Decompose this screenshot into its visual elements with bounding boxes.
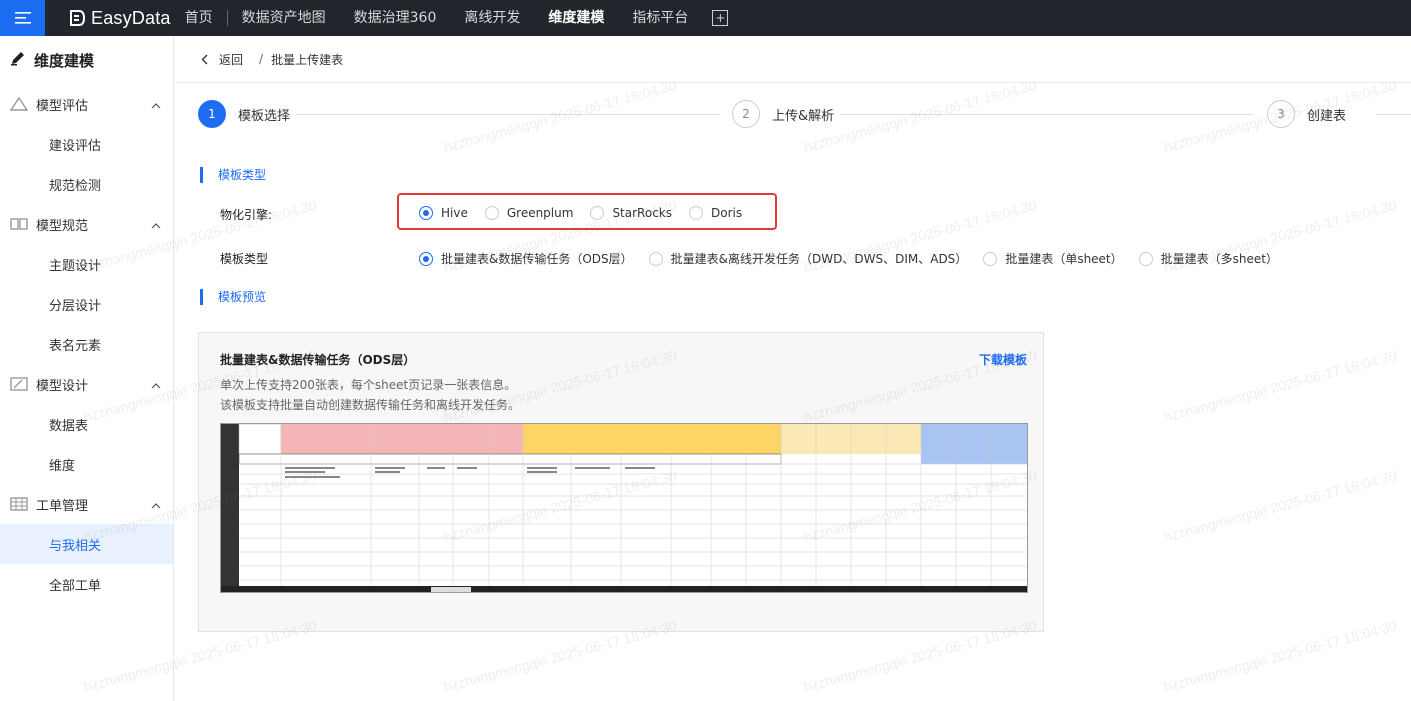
radio-label: 批量建表（多sheet） (1160, 252, 1278, 266)
sidebar-item-data-table[interactable]: 数据表 (0, 404, 173, 444)
triangle-icon (9, 96, 29, 111)
sidebar-group-model-design[interactable]: 模型设计 (0, 364, 173, 404)
radio-label: 批量建表&数据传输任务（ODS层） (441, 252, 633, 266)
sidebar: 维度建模 模型评估 建设评估 规范检测 模型规范 主题设计 分层设计 表名元素 … (0, 36, 174, 701)
sidebar-item-all-tickets[interactable]: 全部工单 (0, 564, 173, 604)
back-label: 返回 (219, 52, 244, 67)
sidebar-group-model-spec[interactable]: 模型规范 (0, 204, 173, 244)
step-1-number: 1 (198, 100, 226, 128)
logo-text: EasyData (91, 7, 171, 28)
step-2-label: 上传&解析 (772, 108, 835, 124)
template-type-label: 模板类型 (220, 252, 269, 266)
ruler-icon (10, 377, 28, 391)
chevron-up-icon (151, 378, 161, 393)
preview-desc-line-1: 单次上传支持200张表，每个sheet页记录一张表信息。 (220, 378, 517, 392)
radio-dot-checked (419, 206, 433, 220)
sidebar-group-model-eval[interactable]: 模型评估 (0, 84, 173, 124)
radio-label: Greenplum (506, 206, 574, 220)
radio-dot (1138, 251, 1153, 266)
chevron-up-icon (151, 98, 161, 113)
section-title-template-type: 模板类型 (200, 167, 266, 183)
step-3-number: 3 (1267, 100, 1295, 128)
sidebar-group-label: 模型评估 (36, 98, 89, 114)
download-template-link[interactable]: 下载模板 (979, 351, 1027, 368)
table-icon (10, 497, 28, 511)
back-link[interactable]: 返回 (201, 51, 243, 68)
radio-starrocks[interactable]: StarRocks (590, 206, 672, 220)
stepper: 1 模板选择 2 上传&解析 3 创建表 (197, 100, 1411, 128)
step-connector (297, 114, 719, 115)
step-1: 1 模板选择 (198, 100, 290, 128)
sidebar-group-ticket-mgmt[interactable]: 工单管理 (0, 484, 173, 524)
nav-dimension-modeling[interactable]: 维度建模 (534, 0, 618, 36)
sidebar-item-related-to-me[interactable]: 与我相关 (0, 524, 173, 564)
radio-label: 批量建表（单sheet） (1005, 252, 1123, 266)
radio-label: Doris (711, 206, 743, 220)
sidebar-title: 维度建模 (0, 36, 173, 84)
spreadsheet-preview-image (220, 423, 1028, 593)
sidebar-title-label: 维度建模 (34, 51, 95, 70)
radio-dot (590, 206, 605, 220)
radio-dot (484, 206, 499, 220)
step-connector (841, 114, 1253, 115)
radio-template-ods[interactable]: 批量建表&数据传输任务（ODS层） (419, 250, 633, 267)
template-radio-group: 批量建表&数据传输任务（ODS层） 批量建表&离线开发任务（DWD、DWS、DI… (419, 250, 1294, 267)
engine-radio-group: Hive Greenplum StarRocks Doris (419, 206, 758, 220)
radio-dot (689, 206, 703, 220)
template-preview-card: 批量建表&数据传输任务（ODS层） 下载模板 单次上传支持200张表，每个she… (198, 332, 1044, 632)
preview-desc-line-2: 该模板支持批量自动创建数据传输任务和离线开发任务。 (220, 398, 521, 412)
radio-greenplum[interactable]: Greenplum (484, 206, 574, 220)
radio-dot (648, 251, 663, 266)
add-tab-icon[interactable]: + (712, 10, 729, 26)
radio-label: StarRocks (612, 206, 672, 220)
radio-label: 批量建表&离线开发任务（DWD、DWS、DIM、ADS） (670, 252, 968, 266)
section-title-template-preview: 模板预览 (200, 289, 266, 305)
radio-hive[interactable]: Hive (419, 206, 468, 220)
chevron-up-icon (151, 498, 161, 513)
radio-dot (983, 251, 998, 266)
sidebar-item-table-name-elements[interactable]: 表名元素 (0, 324, 173, 364)
chevron-up-icon (151, 218, 161, 233)
radio-template-single-sheet[interactable]: 批量建表（单sheet） (983, 250, 1123, 267)
breadcrumb-current: 批量上传建表 (271, 52, 344, 67)
radio-template-offline[interactable]: 批量建表&离线开发任务（DWD、DWS、DIM、ADS） (648, 250, 968, 267)
step-2-number: 2 (732, 100, 760, 128)
step-3-label: 创建表 (1307, 108, 1347, 124)
nav-governance[interactable]: 数据治理360 (340, 0, 451, 36)
main-nav: 首页 数据资产地图 数据治理360 离线开发 维度建模 指标平台 + (171, 0, 729, 36)
nav-home[interactable]: 首页 (171, 0, 227, 36)
nav-metrics-platform[interactable]: 指标平台 (618, 0, 702, 36)
nav-offline-dev[interactable]: 离线开发 (450, 0, 534, 36)
step-2: 2 上传&解析 (732, 100, 834, 128)
sidebar-group-label: 模型设计 (36, 378, 89, 394)
main-content: 返回 / 批量上传建表 1 模板选择 2 上传&解析 3 创建表 模板类型 物化… (175, 36, 1411, 701)
book-icon (10, 217, 28, 231)
breadcrumb: 返回 / 批量上传建表 (175, 36, 1411, 83)
sidebar-group-label: 工单管理 (36, 498, 89, 514)
step-3: 3 创建表 (1267, 100, 1346, 128)
preview-title: 批量建表&数据传输任务（ODS层） (220, 353, 416, 367)
sidebar-item-topic-design[interactable]: 主题设计 (0, 244, 173, 284)
sidebar-item-dimension[interactable]: 维度 (0, 444, 173, 484)
nav-asset-map[interactable]: 数据资产地图 (228, 0, 340, 36)
sidebar-item-spec-check[interactable]: 规范检测 (0, 164, 173, 204)
radio-label: Hive (441, 206, 468, 220)
radio-template-multi-sheet[interactable]: 批量建表（多sheet） (1138, 250, 1278, 267)
radio-doris[interactable]: Doris (689, 206, 742, 220)
logo[interactable]: EasyData (69, 8, 171, 29)
logo-icon (70, 10, 85, 26)
sidebar-item-layer-design[interactable]: 分层设计 (0, 284, 173, 324)
menu-icon[interactable] (0, 0, 45, 36)
top-navigation-bar: EasyData 首页 数据资产地图 数据治理360 离线开发 维度建模 指标平… (0, 0, 1411, 36)
sidebar-item-build-eval[interactable]: 建设评估 (0, 124, 173, 164)
edit-icon (10, 50, 26, 70)
radio-dot-checked (419, 251, 433, 266)
sidebar-group-label: 模型规范 (36, 218, 89, 234)
breadcrumb-separator: / (259, 52, 264, 66)
step-connector (1377, 114, 1411, 115)
engine-label: 物化引擎: (220, 208, 273, 222)
chevron-left-icon (201, 54, 208, 64)
step-1-label: 模板选择 (238, 108, 291, 124)
